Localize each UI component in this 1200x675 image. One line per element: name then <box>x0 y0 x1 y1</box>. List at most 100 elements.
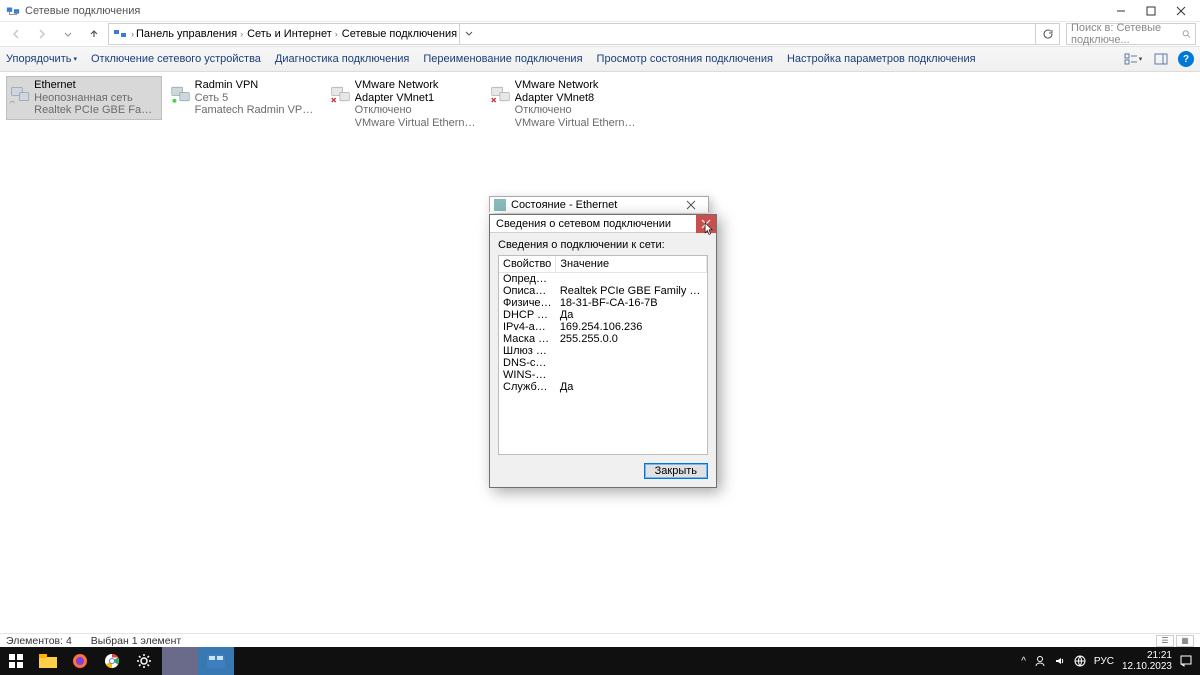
adapter-driver: Realtek PCIe GBE Family Controller <box>34 104 159 117</box>
property-name: DHCP включен <box>499 309 556 321</box>
cursor-icon <box>704 222 714 236</box>
adapter-item[interactable]: VMware Network Adapter VMnet1 Отключено … <box>326 76 482 133</box>
property-name: Служба NetBIOS через... <box>499 381 556 393</box>
view-icons-button[interactable]: ▦ <box>1176 635 1194 647</box>
status-dialog-title: Состояние - Ethernet <box>511 199 617 211</box>
property-value <box>556 369 707 381</box>
tray-people-icon[interactable] <box>1034 655 1046 667</box>
adapter-driver: VMware Virtual Ethernet Adapter ... <box>355 117 479 130</box>
search-icon <box>1182 28 1191 40</box>
search-placeholder: Поиск в: Сетевые подключе... <box>1071 22 1182 46</box>
details-dialog: Сведения о сетевом подключении Сведения … <box>489 214 717 488</box>
tray-clock[interactable]: 21:21 12.10.2023 <box>1122 650 1172 672</box>
property-value: Да <box>556 381 707 393</box>
details-dialog-title: Сведения о сетевом подключении <box>496 218 671 230</box>
property-value: 255.255.0.0 <box>556 333 707 345</box>
nav-forward[interactable] <box>30 23 54 45</box>
property-row[interactable]: DHCP включенДа <box>499 309 707 321</box>
ethernet-icon <box>9 79 30 109</box>
taskbar-control-panel[interactable] <box>198 647 234 675</box>
close-button[interactable] <box>1166 1 1196 21</box>
taskbar-app-thumb[interactable] <box>162 647 198 675</box>
toolbar-settings[interactable]: Настройка параметров подключения <box>787 53 976 65</box>
property-name: Физический адрес <box>499 297 556 309</box>
crumb-2[interactable]: Сетевые подключения <box>340 28 459 40</box>
explorer-icon[interactable] <box>32 647 64 675</box>
toolbar-organize[interactable]: Упорядочить▾ <box>6 53 77 65</box>
status-bar: Элементов: 4 Выбран 1 элемент ☰ ▦ <box>0 633 1200 647</box>
property-value: Realtek PCIe GBE Family Controller <box>556 285 707 297</box>
vmnet-icon <box>489 79 511 109</box>
vmnet-icon <box>329 79 351 109</box>
status-selected: Выбран 1 элемент <box>91 635 181 647</box>
nav-recent[interactable] <box>56 23 80 45</box>
col-value[interactable]: Значение <box>556 256 707 273</box>
property-list[interactable]: Свойство Значение Определенный для по...… <box>498 255 708 455</box>
property-value <box>556 357 707 369</box>
details-dialog-close[interactable] <box>696 215 716 233</box>
col-property[interactable]: Свойство <box>499 256 556 273</box>
property-name: WINS-сервер IPv4 <box>499 369 556 381</box>
details-label: Сведения о подключении к сети: <box>498 239 708 251</box>
tray-chevron-icon[interactable]: ^ <box>1021 656 1026 667</box>
refresh-button[interactable] <box>1035 24 1059 44</box>
tray-network-icon[interactable] <box>1074 655 1086 667</box>
toolbar-diagnose[interactable]: Диагностика подключения <box>275 53 409 65</box>
property-row[interactable]: Определенный для по... <box>499 273 707 286</box>
tray-language[interactable]: РУС <box>1094 656 1114 667</box>
crumb-0[interactable]: Панель управления › <box>134 28 245 40</box>
view-mode-button[interactable]: ▾ <box>1122 49 1144 69</box>
maximize-button[interactable] <box>1136 1 1166 21</box>
details-dialog-titlebar[interactable]: Сведения о сетевом подключении <box>490 215 716 233</box>
status-dialog-icon <box>494 199 506 211</box>
property-name: Маска подсети IPv4 <box>499 333 556 345</box>
status-count: Элементов: 4 <box>6 635 72 647</box>
property-row[interactable]: Шлюз по умолчанию IP... <box>499 345 707 357</box>
adapter-item[interactable]: Ethernet Неопознанная сеть Realtek PCIe … <box>6 76 162 120</box>
adapter-item[interactable]: VMware Network Adapter VMnet8 Отключено … <box>486 76 642 133</box>
preview-pane-button[interactable] <box>1150 49 1172 69</box>
settings-icon[interactable] <box>128 647 160 675</box>
nav-back[interactable] <box>4 23 28 45</box>
help-button[interactable]: ? <box>1178 51 1194 67</box>
taskbar: ^ РУС 21:21 12.10.2023 <box>0 647 1200 675</box>
tray-volume-icon[interactable] <box>1054 655 1066 667</box>
view-details-button[interactable]: ☰ <box>1156 635 1174 647</box>
property-row[interactable]: ОписаниеRealtek PCIe GBE Family Controll… <box>499 285 707 297</box>
toolbar-rename[interactable]: Переименование подключения <box>423 53 582 65</box>
toolbar-disable[interactable]: Отключение сетевого устройства <box>91 53 261 65</box>
toolbar-view-status[interactable]: Просмотр состояния подключения <box>597 53 773 65</box>
crumb-1[interactable]: Сеть и Интернет › <box>245 28 340 40</box>
property-row[interactable]: Служба NetBIOS через...Да <box>499 381 707 393</box>
property-value: 18-31-BF-CA-16-7B <box>556 297 707 309</box>
property-row[interactable]: DNS-сервер IPv4 <box>499 357 707 369</box>
system-tray: ^ РУС 21:21 12.10.2023 <box>1021 650 1200 672</box>
property-value: 169.254.106.236 <box>556 321 707 333</box>
adapter-name: Ethernet <box>34 79 159 92</box>
adapter-status: Отключено <box>355 104 479 117</box>
breadcrumb[interactable]: › Панель управления › Сеть и Интернет › … <box>108 23 1060 45</box>
search-input[interactable]: Поиск в: Сетевые подключе... <box>1066 23 1196 45</box>
adapter-status: Сеть 5 <box>195 92 319 105</box>
property-row[interactable]: Маска подсети IPv4255.255.0.0 <box>499 333 707 345</box>
status-dialog-close[interactable] <box>674 197 708 213</box>
property-value <box>556 345 707 357</box>
tray-notifications-icon[interactable] <box>1180 655 1192 667</box>
start-button[interactable] <box>0 647 32 675</box>
firefox-icon[interactable] <box>64 647 96 675</box>
close-details-button[interactable]: Закрыть <box>644 463 708 479</box>
chrome-icon[interactable] <box>96 647 128 675</box>
property-row[interactable]: IPv4-адрес автонастро...169.254.106.236 <box>499 321 707 333</box>
toolbar: Упорядочить▾ Отключение сетевого устройс… <box>0 46 1200 72</box>
property-row[interactable]: Физический адрес18-31-BF-CA-16-7B <box>499 297 707 309</box>
adapter-driver: VMware Virtual Ethernet Adapter ... <box>515 117 639 130</box>
minimize-button[interactable] <box>1106 1 1136 21</box>
nav-up[interactable] <box>82 23 106 45</box>
adapter-driver: Famatech Radmin VPN Ethernet ... <box>195 104 319 117</box>
adapter-status: Отключено <box>515 104 639 117</box>
adapter-item[interactable]: Radmin VPN Сеть 5 Famatech Radmin VPN Et… <box>166 76 322 120</box>
adapter-name: VMware Network Adapter VMnet1 <box>355 79 479 104</box>
property-value: Да <box>556 309 707 321</box>
breadcrumb-dropdown[interactable] <box>459 24 477 44</box>
property-row[interactable]: WINS-сервер IPv4 <box>499 369 707 381</box>
